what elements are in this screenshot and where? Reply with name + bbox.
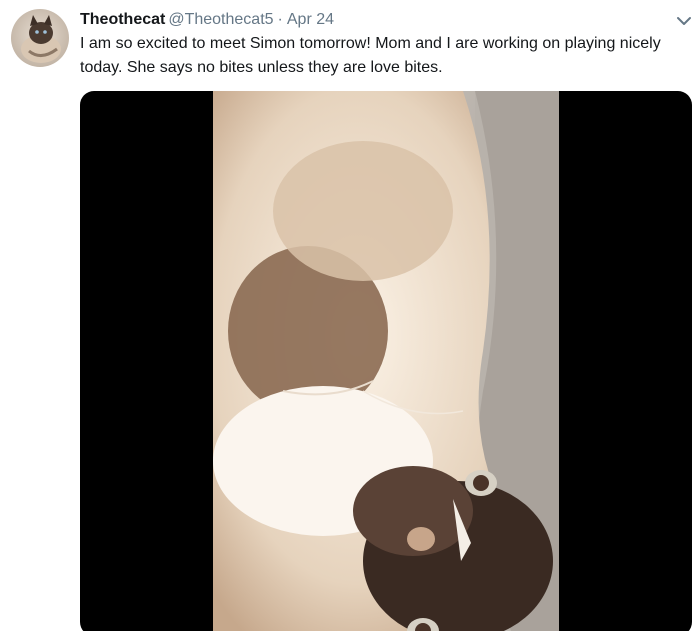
cat-photo (213, 91, 559, 631)
author-handle[interactable]: @Theothecat5 (168, 11, 273, 28)
chevron-down-icon[interactable] (675, 14, 693, 26)
tweet-text: I am so excited to meet Simon tomorrow! … (80, 35, 661, 76)
tweet-card[interactable]: Theothecat @Theothecat5 · Apr 24 I am so ex… (0, 0, 700, 631)
tweet-date[interactable]: Apr 24 (287, 11, 334, 28)
tweet-video[interactable] (80, 91, 692, 631)
author-name[interactable]: Theothecat (80, 11, 165, 28)
tweet-header: Theothecat @Theothecat5 · Apr 24 (80, 9, 334, 31)
separator-dot: · (277, 11, 283, 28)
author-avatar[interactable] (11, 9, 69, 67)
